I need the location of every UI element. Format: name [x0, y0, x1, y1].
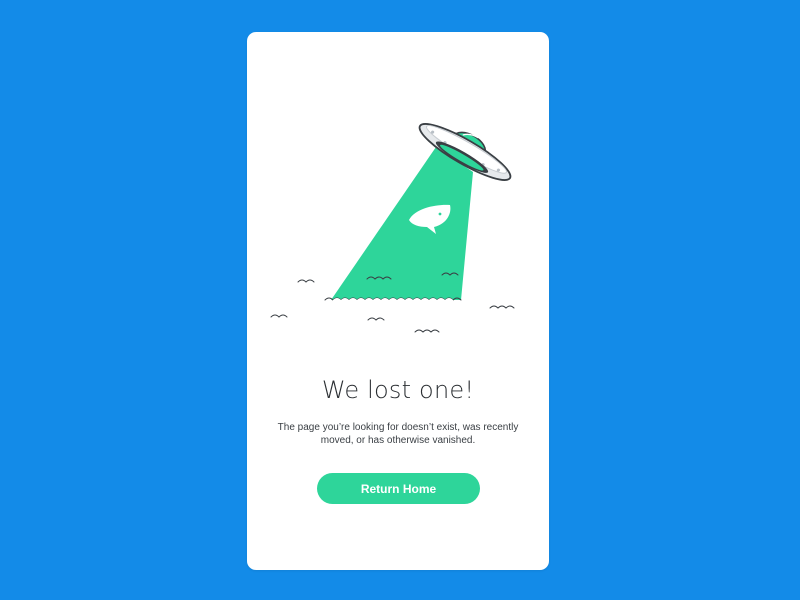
- return-home-button[interactable]: Return Home: [317, 473, 480, 504]
- page-title: We lost one!: [321, 376, 475, 404]
- error-card: We lost one! The page you’re looking for…: [247, 32, 549, 570]
- ufo-illustration: [270, 123, 515, 333]
- error-message: The page you’re looking for doesn’t exis…: [277, 422, 519, 446]
- tractor-beam: [331, 147, 473, 300]
